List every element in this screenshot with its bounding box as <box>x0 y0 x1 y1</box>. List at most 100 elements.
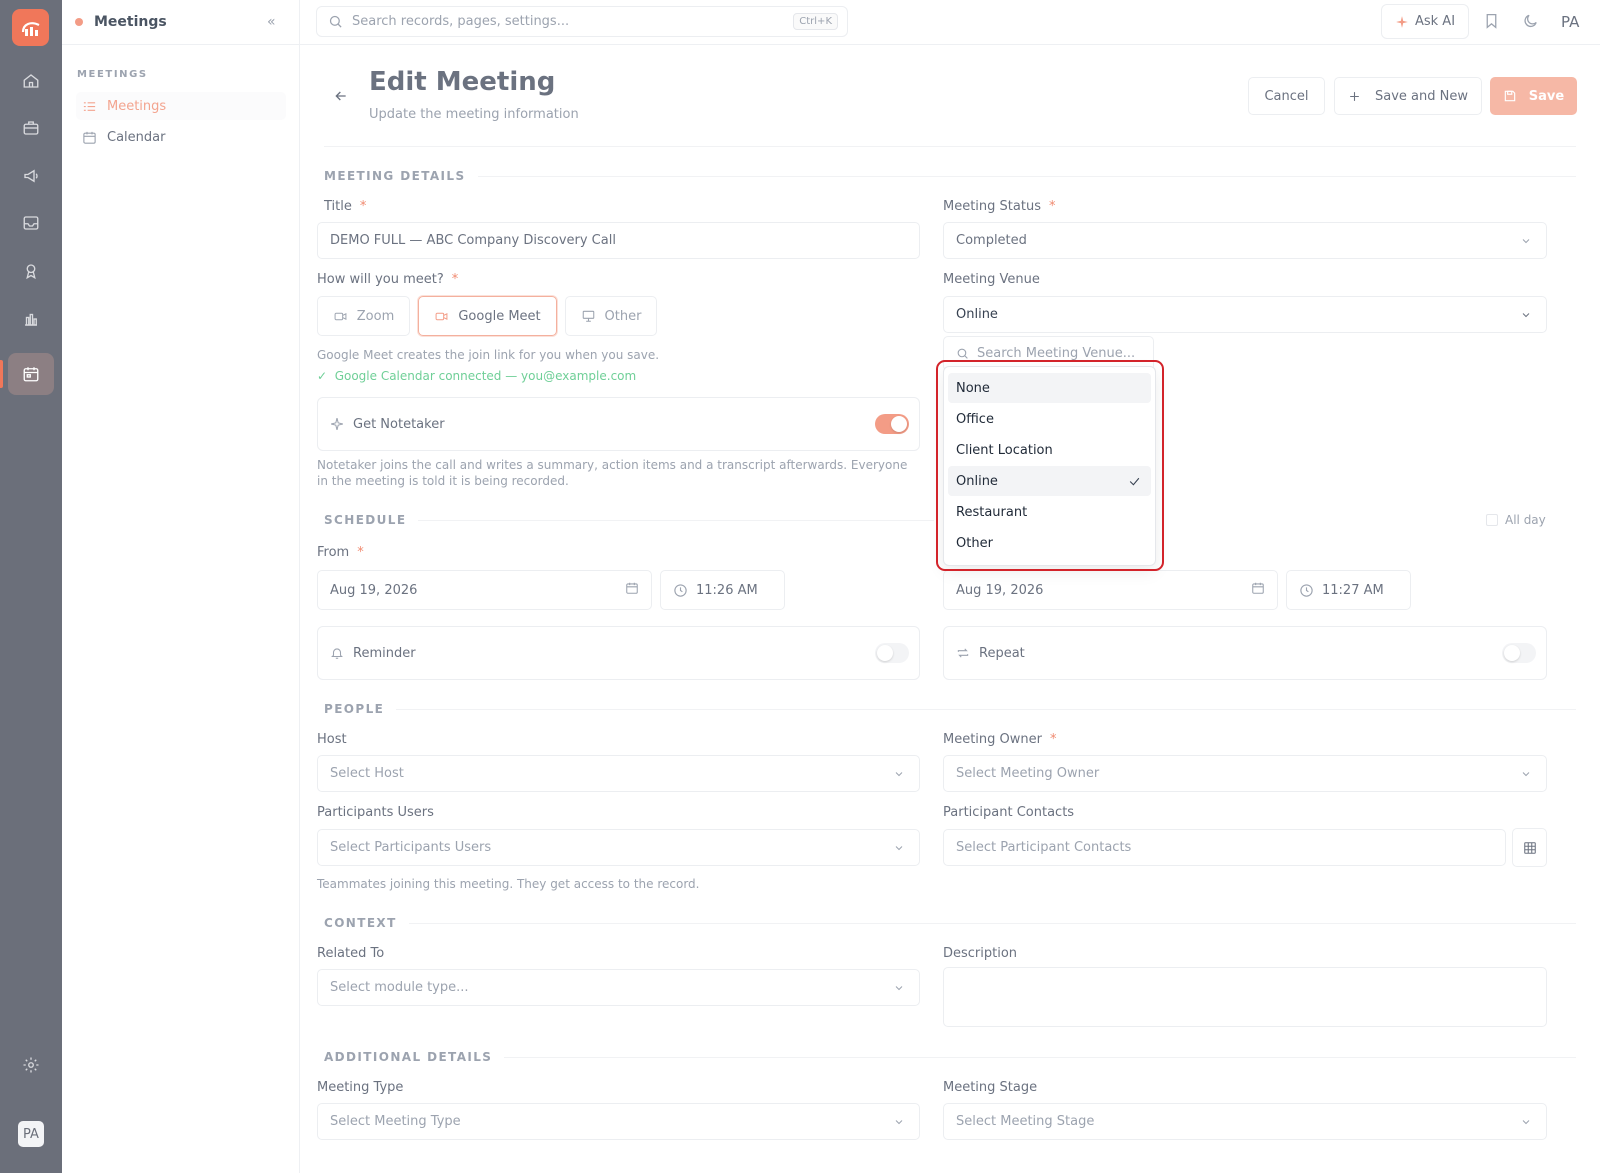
all-day-label: All day <box>1505 513 1546 527</box>
related-to-placeholder: Select module type... <box>330 980 469 995</box>
meeting-type-label: Meeting Type <box>317 1080 404 1095</box>
venue-option-online[interactable]: Online <box>948 466 1151 496</box>
app-rail: PA <box>0 0 62 1173</box>
ask-ai-button[interactable]: Ask AI <box>1381 4 1469 39</box>
briefcase-icon[interactable] <box>19 116 43 140</box>
title-value: DEMO FULL — ABC Company Discovery Call <box>330 233 616 248</box>
megaphone-icon[interactable] <box>19 164 43 188</box>
rail-active-indicator <box>0 360 3 388</box>
inbox-icon[interactable] <box>19 211 43 235</box>
repeat-icon <box>957 648 969 658</box>
sidebar-item-label: Meetings <box>107 98 167 114</box>
home-icon[interactable] <box>19 69 43 93</box>
participants-users-select[interactable]: Select Participants Users <box>317 829 920 866</box>
status-label: Meeting Status * <box>943 199 1056 214</box>
sidebar-item-calendar[interactable]: Calendar <box>76 123 286 151</box>
video-icon <box>435 312 448 320</box>
owner-select[interactable]: Select Meeting Owner <box>943 755 1547 792</box>
calendar-icon <box>626 582 638 594</box>
sidebar-section-title: MEETINGS <box>77 69 148 80</box>
to-date-input[interactable]: Aug 19, 2026 <box>943 570 1278 610</box>
meet-option-label: Zoom <box>356 308 395 324</box>
meet-option-zoom[interactable]: Zoom <box>317 296 410 336</box>
chevron-down-icon <box>895 772 903 777</box>
sidebar-item-meetings[interactable]: Meetings <box>76 92 286 120</box>
related-to-select[interactable]: Select module type... <box>317 969 920 1006</box>
checkbox-box[interactable] <box>1486 514 1498 526</box>
venue-option-office[interactable]: Office <box>948 404 1151 434</box>
presentation-icon <box>582 310 594 322</box>
save-button[interactable]: Save <box>1490 77 1577 115</box>
section-title: SCHEDULE <box>324 513 407 527</box>
notetaker-card: Get Notetaker <box>317 397 920 451</box>
top-bar: Search records, pages, settings... Ctrl+… <box>300 0 1600 45</box>
description-textarea[interactable] <box>943 967 1547 1027</box>
reminder-card: Reminder <box>317 626 920 680</box>
participant-contacts-select[interactable]: Select Participant Contacts <box>943 829 1506 866</box>
save-icon <box>1504 90 1516 102</box>
collapse-sidebar-icon[interactable]: « <box>267 14 276 30</box>
venue-search-placeholder: Search Meeting Venue... <box>977 346 1136 361</box>
repeat-label: Repeat <box>979 645 1025 661</box>
award-icon[interactable] <box>19 259 43 283</box>
meeting-stage-select[interactable]: Select Meeting Stage <box>943 1103 1547 1140</box>
bar-chart-icon[interactable] <box>19 307 43 331</box>
bookmark-icon[interactable] <box>1483 12 1500 30</box>
venue-option-none[interactable]: None <box>948 373 1151 403</box>
section-people: PEOPLE <box>324 702 1576 716</box>
participants-note: Teammates joining this meeting. They get… <box>317 877 700 891</box>
section-additional-details: ADDITIONAL DETAILS <box>324 1050 1576 1064</box>
global-search-input[interactable]: Search records, pages, settings... Ctrl+… <box>316 6 848 37</box>
meeting-stage-label: Meeting Stage <box>943 1080 1038 1095</box>
section-title: CONTEXT <box>324 916 397 930</box>
participants-users-placeholder: Select Participants Users <box>330 840 492 855</box>
meeting-stage-placeholder: Select Meeting Stage <box>956 1114 1095 1129</box>
to-time-value: 11:27 AM <box>1322 582 1384 598</box>
host-select[interactable]: Select Host <box>317 755 920 792</box>
chevron-down-icon <box>1522 1120 1530 1125</box>
venue-dropdown-menu: None Office Client Location Online Resta… <box>943 366 1156 566</box>
meet-option-google-meet[interactable]: Google Meet <box>418 296 557 336</box>
section-title: PEOPLE <box>324 702 385 716</box>
settings-icon[interactable] <box>19 1053 43 1077</box>
reminder-label: Reminder <box>353 645 416 661</box>
cancel-label: Cancel <box>1264 88 1309 104</box>
clock-icon <box>1300 583 1313 597</box>
all-day-checkbox[interactable]: All day <box>1486 513 1546 527</box>
to-time-input[interactable]: 11:27 AM <box>1286 570 1411 610</box>
to-date-value: Aug 19, 2026 <box>956 582 1044 598</box>
search-icon <box>329 15 342 28</box>
venue-option-other[interactable]: Other <box>948 528 1151 558</box>
module-sidebar: Meetings « MEETINGS Meetings Calendar <box>62 0 300 1173</box>
clock-icon <box>674 583 687 597</box>
venue-option-client-location[interactable]: Client Location <box>948 435 1151 465</box>
save-and-new-label: Save and New <box>1375 88 1468 104</box>
status-value: Completed <box>956 233 1027 248</box>
page-title: Edit Meeting <box>369 67 556 97</box>
app-logo[interactable] <box>12 9 49 46</box>
header-divider <box>324 146 1576 147</box>
meeting-type-select[interactable]: Select Meeting Type <box>317 1103 920 1140</box>
user-avatar[interactable]: PA <box>18 1121 44 1147</box>
chevron-down-icon <box>895 1120 903 1125</box>
title-input[interactable]: DEMO FULL — ABC Company Discovery Call <box>317 222 920 259</box>
notetaker-toggle[interactable] <box>875 414 909 434</box>
reminder-toggle[interactable] <box>875 643 909 663</box>
back-arrow-icon[interactable] <box>333 88 349 104</box>
user-initials[interactable]: PA <box>1561 13 1579 31</box>
contacts-grid-button[interactable] <box>1512 828 1547 867</box>
moon-icon[interactable] <box>1522 12 1539 30</box>
venue-select[interactable]: Online <box>943 296 1547 333</box>
page-subtitle: Update the meeting information <box>369 107 579 122</box>
calendar-icon[interactable] <box>19 362 43 386</box>
save-and-new-button[interactable]: Save and New <box>1334 77 1482 115</box>
repeat-card: Repeat <box>943 626 1547 680</box>
venue-option-restaurant[interactable]: Restaurant <box>948 497 1151 527</box>
gcal-note: ✓ Google Calendar connected — you@exampl… <box>317 369 637 383</box>
status-select[interactable]: Completed <box>943 222 1547 259</box>
from-time-input[interactable]: 11:26 AM <box>660 570 785 610</box>
from-date-input[interactable]: Aug 19, 2026 <box>317 570 652 610</box>
repeat-toggle[interactable] <box>1502 643 1536 663</box>
cancel-button[interactable]: Cancel <box>1248 77 1325 115</box>
meet-option-other[interactable]: Other <box>565 296 657 336</box>
